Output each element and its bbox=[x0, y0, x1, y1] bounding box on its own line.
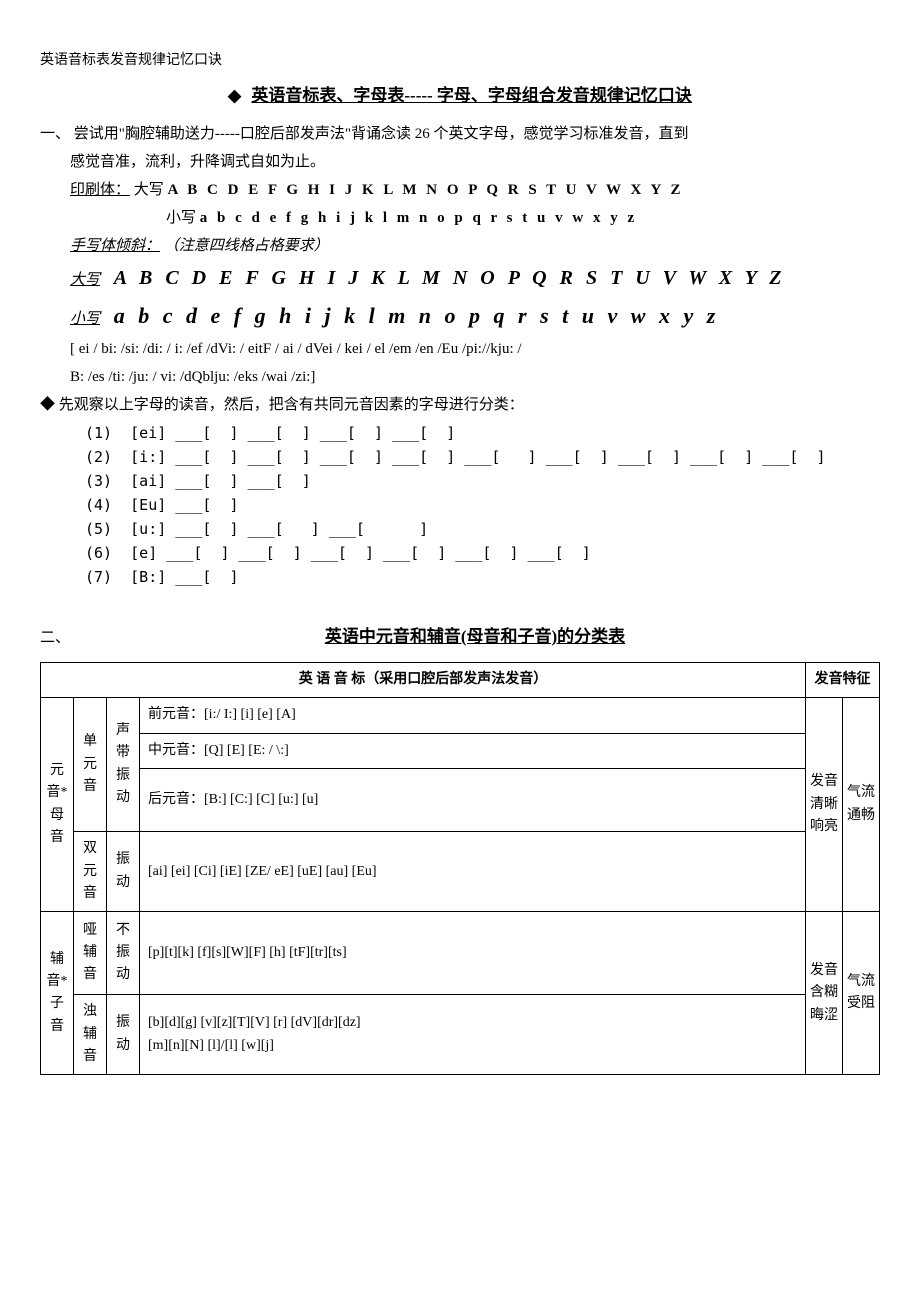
table-row: 后元音：[B:] [C:] [C] [u:] [u] bbox=[41, 769, 880, 832]
voiced-cons-cell: [b][d][g] [v][z][T][V] [r] [dV][dr][dz] … bbox=[140, 995, 806, 1075]
handwriting-row: 手写体倾斜： （注意四线格占格要求） bbox=[40, 234, 880, 258]
print-upper-label: 大写 bbox=[134, 182, 168, 198]
mid-vowel-cell: 中元音：[Q] [E] [E: / \:] bbox=[140, 733, 806, 768]
section-1-line1: 尝试用"胸腔辅助送力-----口腔后部发声法"背诵念读 26 个英文字母，感觉学… bbox=[74, 126, 689, 142]
table-row: 浊辅音 振动 [b][d][g] [v][z][T][V] [r] [dV][d… bbox=[41, 995, 880, 1075]
table-row: 双元音 振动 [ai] [ei] [Ci] [iE] [ZE/ eE] [uE]… bbox=[41, 832, 880, 912]
vowel-group-cell: 元音*母音 bbox=[41, 698, 74, 912]
classify-row-2: (2) [i:] ___[ ] ___[ ] ___[ ] ___[ ] ___… bbox=[40, 445, 880, 469]
classify-row-6: (6) [e] ___[ ] ___[ ] ___[ ] ___[ ] ___[… bbox=[40, 541, 880, 565]
phonetic-line-1: [ ei / bi: /si: /di: / i: /ef /dVi: / ei… bbox=[40, 337, 880, 361]
diamond-icon: ◆ bbox=[40, 397, 55, 413]
classify-row-7: (7) [B:] ___[ ] bbox=[40, 565, 880, 589]
voiced-cons-line1: [b][d][g] [v][z][T][V] [r] [dV][dr][dz] bbox=[148, 1012, 801, 1034]
hand-upper-row: 大写 A B C D E F G H I J K L M N O P Q R S… bbox=[40, 262, 880, 294]
print-lower-label: 小写 bbox=[166, 210, 200, 226]
vocal-vibrate-cell: 声带振动 bbox=[107, 698, 140, 832]
voiceless-cell: 哑辅音 bbox=[74, 912, 107, 995]
title-diamond-icon: ◆ bbox=[228, 86, 241, 105]
hand-upper-label: 大写 bbox=[70, 272, 100, 288]
print-upper-row: 印刷体： 大写 A B C D E F G H I J K L M N O P … bbox=[40, 178, 880, 202]
print-label: 印刷体： bbox=[70, 182, 130, 198]
main-title: ◆ 英语音标表、字母表----- 字母、字母组合发音规律记忆口诀 bbox=[40, 82, 880, 109]
section-1: 一、 尝试用"胸腔辅助送力-----口腔后部发声法"背诵念读 26 个英文字母，… bbox=[40, 122, 880, 146]
mono-vowel-cell: 单元音 bbox=[74, 698, 107, 832]
table-row: 元音*母音 单元音 声带振动 前元音：[i:/ I:] [i] [e] [A] … bbox=[41, 698, 880, 733]
section-2-header: 二、 英语中元音和辅音(母音和子音)的分类表 bbox=[40, 609, 880, 658]
consonant-group-cell: 辅音*子音 bbox=[41, 912, 74, 1075]
vowel-feature-2: 气流通畅 bbox=[843, 698, 880, 912]
table-row: 中元音：[Q] [E] [E: / \:] bbox=[41, 733, 880, 768]
table-header-right: 发音特征 bbox=[806, 662, 880, 697]
front-vowel-cell: 前元音：[i:/ I:] [i] [e] [A] bbox=[140, 698, 806, 733]
hand-upper-letters: A B C D E F G H I J K L M N O P Q R S T … bbox=[114, 267, 786, 289]
diphthong-cell: [ai] [ei] [Ci] [iE] [ZE/ eE] [uE] [au] [… bbox=[140, 832, 806, 912]
page-header-small: 英语音标表发音规律记忆口诀 bbox=[40, 50, 880, 72]
hand-lower-row: 小写 a b c d e f g h i j k l m n o p q r s… bbox=[40, 298, 880, 333]
section-2-title: 英语中元音和辅音(母音和子音)的分类表 bbox=[70, 623, 880, 650]
voiceless-cons-cell: [p][t][k] [f][s][W][F] [h] [tF][tr][ts] bbox=[140, 912, 806, 995]
observe-text: 先观察以上字母的读音，然后，把含有共同元音因素的字母进行分类： bbox=[59, 397, 524, 413]
vibrate-cell: 振动 bbox=[107, 995, 140, 1075]
classify-row-5: (5) [u:] ___[ ] ___[ ] ___[ ] bbox=[40, 517, 880, 541]
section-1-number: 一、 bbox=[40, 126, 70, 142]
print-upper-letters: A B C D E F G H I J K L M N O P Q R S T … bbox=[168, 182, 684, 198]
hand-lower-label: 小写 bbox=[70, 311, 100, 327]
print-lower-letters: a b c d e f g h i j k l m n o p q r s t … bbox=[200, 210, 637, 226]
table-header-main: 英 语 音 标（采用口腔后部发声法发音） bbox=[41, 662, 806, 697]
phonetic-line-2: B: /es /ti: /ju: / vi: /dQblju: /eks /wa… bbox=[40, 365, 880, 389]
classify-row-3: (3) [ai] ___[ ] ___[ ] bbox=[40, 469, 880, 493]
back-vowel-cell: 后元音：[B:] [C:] [C] [u:] [u] bbox=[140, 769, 806, 832]
no-vibrate-cell: 不振动 bbox=[107, 912, 140, 995]
observe-row: ◆ 先观察以上字母的读音，然后，把含有共同元音因素的字母进行分类： bbox=[40, 393, 880, 417]
hand-note: （注意四线格占格要求） bbox=[164, 238, 329, 254]
diph-vowel-cell: 双元音 bbox=[74, 832, 107, 912]
classify-row-4: (4) [Eu] ___[ ] bbox=[40, 493, 880, 517]
diph-vibrate-cell: 振动 bbox=[107, 832, 140, 912]
table-header-row: 英 语 音 标（采用口腔后部发声法发音） 发音特征 bbox=[41, 662, 880, 697]
table-row: 辅音*子音 哑辅音 不振动 [p][t][k] [f][s][W][F] [h]… bbox=[41, 912, 880, 995]
vowel-feature-1: 发音清晰响亮 bbox=[806, 698, 843, 912]
hand-label: 手写体倾斜： bbox=[70, 238, 160, 254]
cons-feature-1: 发音含糊晦涩 bbox=[806, 912, 843, 1075]
print-lower-row: 小写 a b c d e f g h i j k l m n o p q r s… bbox=[40, 206, 880, 230]
section-2-number: 二、 bbox=[40, 626, 70, 650]
voiced-cons-line2: [m][n][N] [l]/[l] [w][j] bbox=[148, 1035, 801, 1057]
phonetics-table: 英 语 音 标（采用口腔后部发声法发音） 发音特征 元音*母音 单元音 声带振动… bbox=[40, 662, 880, 1076]
hand-lower-letters: a b c d e f g h i j k l m n o p q r s t … bbox=[114, 303, 720, 328]
voiced-cell: 浊辅音 bbox=[74, 995, 107, 1075]
cons-feature-2: 气流受阻 bbox=[843, 912, 880, 1075]
section-1-line2: 感觉音准，流利，升降调式自如为止。 bbox=[40, 150, 880, 174]
classify-row-1: (1) [ei] ___[ ] ___[ ] ___[ ] ___[ ] bbox=[40, 421, 880, 445]
title-text: 英语音标表、字母表----- 字母、字母组合发音规律记忆口诀 bbox=[251, 86, 692, 105]
